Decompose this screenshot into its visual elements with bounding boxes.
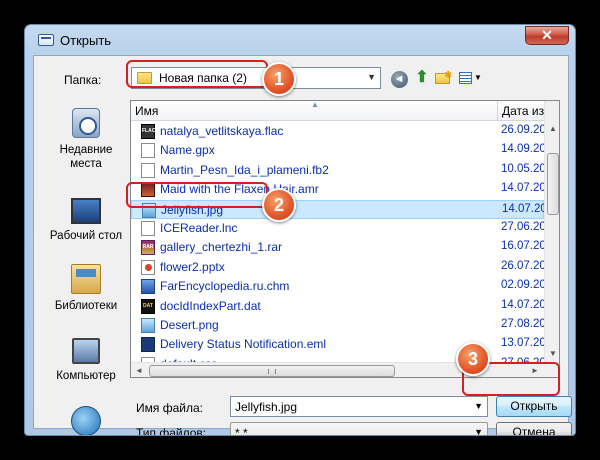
computer-icon (72, 338, 100, 364)
callout-badge-1: 1 (262, 62, 296, 96)
file-name: docIdIndexPart.dat (160, 298, 261, 313)
new-folder-button[interactable]: ✱ (432, 68, 452, 88)
column-header-name[interactable]: Имя (135, 104, 158, 118)
callout-badge-2: 2 (262, 188, 296, 222)
file-name: FarEncyclopedia.ru.chm (160, 279, 290, 294)
doc-file-icon (141, 221, 155, 236)
file-name: Desert.png (160, 318, 219, 332)
title-bar: Открыть ✕ (25, 25, 575, 55)
file-date: 26.07.20 (501, 259, 546, 272)
vertical-scrollbar[interactable]: ▲ ▼ (544, 101, 559, 363)
file-date: 14.09.20 (501, 143, 546, 156)
file-row[interactable]: ICEReader.lnc 27.06.20 (131, 219, 546, 238)
flac-file-icon: FLAC (141, 124, 155, 139)
file-date: 27.08.20 (501, 318, 546, 330)
file-date: 14.07.20 (501, 182, 546, 195)
close-button[interactable]: ✕ (525, 26, 569, 45)
up-folder-button[interactable]: ⬆ (412, 68, 432, 88)
open-button[interactable]: Открыть (496, 396, 572, 417)
window-icon (38, 34, 54, 46)
scroll-thumb[interactable] (547, 153, 559, 215)
file-date: 27.06.20 (501, 221, 546, 233)
file-row[interactable]: Desert.png 27.08.20 (131, 316, 546, 335)
eml-file-icon (141, 337, 155, 353)
file-row[interactable]: RAR gallery_chertezhi_1.rar 16.07.20 (131, 238, 546, 257)
chevron-down-icon[interactable]: ▼ (474, 401, 483, 411)
callout-frame-look-in (126, 60, 268, 88)
column-header-date[interactable]: Дата из (497, 101, 544, 121)
file-date: 16.07.20 (501, 240, 546, 253)
file-type-value: *.* (235, 426, 248, 436)
look-in-label: Папка: (64, 73, 102, 87)
file-date: 10.05.20 (501, 162, 546, 175)
file-row[interactable]: DAT docIdIndexPart.dat 14.07.20 (131, 297, 546, 316)
sort-arrow-icon: ▲ (311, 100, 319, 109)
file-name: flower2.pptx (160, 259, 225, 274)
place-desktop[interactable]: Рабочий стол (44, 198, 128, 243)
file-name: natalya_vetlitskaya.flac (160, 124, 284, 138)
views-menu-button[interactable]: ▼ (456, 68, 484, 88)
file-name-value: Jellyfish.jpg (235, 400, 298, 414)
place-label: Компьютер (56, 370, 116, 382)
file-name: Name.gpx (160, 143, 215, 158)
file-list[interactable]: Имя ▲ Дата из FLAC natalya_vetlitskaya.fl… (130, 100, 560, 378)
scroll-down-icon[interactable]: ▼ (545, 346, 559, 362)
ppt-file-icon (141, 259, 155, 275)
place-label-line2: места (70, 158, 102, 170)
chevron-down-icon: ▼ (474, 427, 483, 436)
file-date: 14.07.20 (501, 298, 546, 311)
file-row[interactable]: Martin_Pesn_Ida_i_plameni.fb2 10.05.20 (131, 161, 546, 180)
img-file-icon (141, 318, 155, 333)
back-button[interactable]: ◄ (389, 68, 409, 88)
window-title: Открыть (60, 33, 112, 48)
file-name: gallery_chertezhi_1.rar (160, 240, 283, 255)
recent-places-icon (72, 108, 100, 138)
file-date: 26.09.20 (501, 124, 546, 136)
chm-file-icon (141, 279, 155, 295)
file-name: ICEReader.lnc (160, 221, 238, 235)
file-date: 14.07.20 (502, 202, 547, 215)
libraries-icon (71, 264, 101, 294)
file-row[interactable]: Name.gpx 14.09.20 (131, 141, 546, 160)
file-type-label: Тип файлов: (136, 426, 207, 436)
doc-file-icon (141, 162, 155, 178)
scroll-left-icon[interactable]: ◄ (131, 363, 147, 377)
file-date: 02.09.20 (501, 279, 546, 292)
place-label: Библиотеки (54, 300, 118, 312)
file-date: 13.07.20 (501, 337, 546, 350)
desktop-icon (71, 198, 101, 224)
places-bar: Недавние места Рабочий стол Библиотеки К… (44, 106, 128, 435)
file-type-select[interactable]: *.* ▼ (230, 422, 488, 436)
view-grid-icon (459, 72, 472, 84)
dat-file-icon: DAT (141, 298, 155, 314)
network-icon (71, 406, 101, 435)
file-name: Martin_Pesn_Ida_i_plameni.fb2 (160, 162, 329, 177)
file-row[interactable]: FLAC natalya_vetlitskaya.flac 26.09.20 (131, 122, 546, 141)
cancel-button[interactable]: Отмена (496, 422, 572, 435)
chevron-down-icon: ▼ (367, 72, 376, 82)
sparkle-icon: ✱ (444, 70, 453, 81)
place-network[interactable] (44, 406, 128, 435)
rar-file-icon: RAR (141, 240, 155, 256)
scroll-thumb-horizontal[interactable] (149, 365, 395, 377)
file-row[interactable]: FarEncyclopedia.ru.chm 02.09.20 (131, 277, 546, 296)
file-name: Delivery Status Notification.eml (160, 337, 327, 352)
place-computer[interactable]: Компьютер (44, 338, 128, 383)
place-label: Недавние (59, 144, 113, 156)
file-name-input[interactable]: Jellyfish.jpg ▼ (230, 396, 488, 417)
back-arrow-icon: ◄ (390, 71, 408, 88)
file-row[interactable]: flower2.pptx 26.07.20 (131, 258, 546, 277)
place-recent[interactable]: Недавние места (44, 108, 128, 171)
callout-badge-3: 3 (456, 342, 490, 376)
doc-file-icon (141, 143, 155, 159)
chevron-down-icon: ▼ (474, 73, 482, 82)
callout-frame-file (126, 182, 268, 208)
column-header: Имя ▲ Дата из (131, 101, 544, 121)
scroll-up-icon[interactable]: ▲ (545, 121, 559, 137)
file-name-label: Имя файла: (136, 401, 203, 415)
place-libraries[interactable]: Библиотеки (44, 264, 128, 313)
place-label: Рабочий стол (49, 230, 123, 242)
grip-icon (268, 369, 276, 374)
